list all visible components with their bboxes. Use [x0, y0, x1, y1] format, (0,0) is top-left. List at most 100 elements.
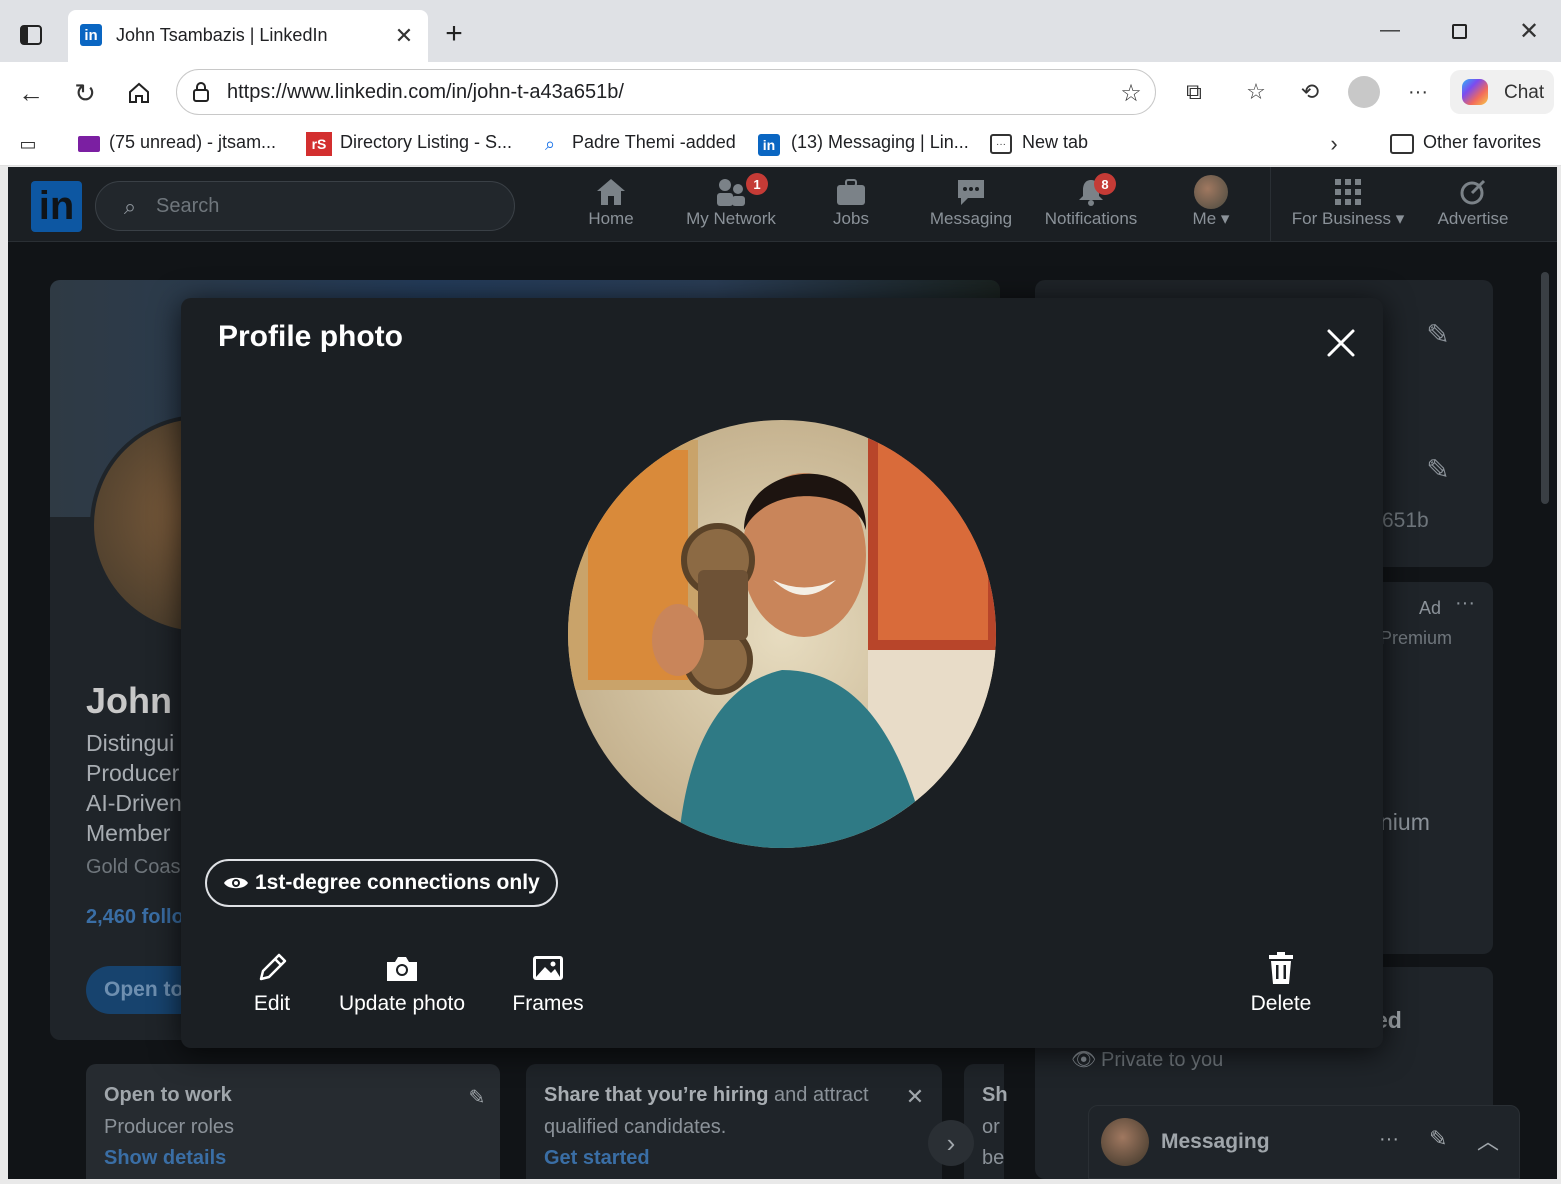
reading-view-icon[interactable]: ▭	[16, 132, 40, 156]
search-icon: ⌕	[123, 194, 137, 219]
nav-my-network[interactable]: 1 My Network	[676, 173, 786, 229]
followers-link[interactable]: 2,460 follo	[86, 906, 184, 929]
trash-icon	[1269, 952, 1293, 984]
visibility-label: 1st-degree connections only	[255, 871, 540, 894]
nav-home[interactable]: Home	[556, 175, 666, 229]
lock-icon[interactable]	[191, 82, 211, 102]
scrollbar-thumb[interactable]	[1541, 272, 1549, 504]
open-to-work-title: Open to work	[104, 1084, 232, 1106]
nav-messaging[interactable]: Messaging	[916, 175, 1026, 229]
bookmarks-bar: ▭ (75 unread) - jtsam... rS Directory Li…	[0, 122, 1561, 166]
bookmark-directory[interactable]: rS Directory Listing - S...	[306, 122, 526, 166]
edit-language-icon[interactable]	[1415, 150, 1445, 180]
bookmark-messaging[interactable]: in (13) Messaging | Lin...	[758, 122, 969, 166]
messaging-bar[interactable]: Messaging ··· ✎ ︿	[1088, 1105, 1520, 1179]
open-to-work-subtitle: Producer roles	[104, 1116, 235, 1138]
pencil-icon	[259, 953, 287, 981]
close-modal-button[interactable]	[1321, 323, 1361, 363]
headline-line-4: Member	[86, 820, 171, 846]
extensions-icon[interactable]: ⧉	[1180, 78, 1208, 106]
messaging-more-icon[interactable]: ···	[1379, 1128, 1399, 1151]
nav-notifications[interactable]: 8 Notifications	[1036, 173, 1146, 229]
home-icon[interactable]	[124, 78, 154, 108]
copilot-label: Chat	[1504, 82, 1545, 103]
hiring-card: Share that you’re hiring and attract qua…	[526, 1064, 942, 1179]
profile-avatar-icon[interactable]	[1348, 76, 1380, 108]
history-icon[interactable]: ⟲	[1296, 78, 1324, 106]
premium-partial: Premium	[1380, 628, 1453, 648]
premium-partial-2: nium	[1380, 809, 1430, 835]
browser-tab-linkedin[interactable]: in John Tsambazis | LinkedIn ✕	[68, 10, 428, 62]
pencil-icon[interactable]: ✎	[464, 1084, 490, 1110]
close-tab-icon[interactable]: ✕	[392, 23, 416, 48]
maximize-icon[interactable]	[1448, 20, 1470, 42]
briefcase-icon	[837, 179, 865, 205]
new-tab-icon[interactable]: +	[440, 17, 468, 50]
compose-icon[interactable]: ✎	[1429, 1126, 1447, 1152]
show-details-link[interactable]: Show details	[104, 1147, 226, 1170]
search-box[interactable]: ⌕ Search	[95, 181, 515, 231]
back-icon[interactable]: ←	[16, 78, 46, 108]
minimize-icon[interactable]: —	[1378, 18, 1402, 42]
nav-me[interactable]: Me ▾	[1156, 175, 1266, 229]
update-photo-button[interactable]: Update photo	[333, 948, 471, 1016]
carousel-next-icon[interactable]: ›	[928, 1120, 974, 1166]
bookmark-mail[interactable]: (75 unread) - jtsam...	[78, 122, 288, 166]
page-scrollbar[interactable]	[1539, 252, 1551, 1177]
edit-url-pencil-icon[interactable]: ✎	[1421, 452, 1455, 486]
tab-actions-icon[interactable]	[18, 22, 44, 48]
copilot-icon	[1462, 79, 1488, 105]
caret-down-icon: ▾	[1216, 209, 1230, 228]
close-window-icon[interactable]: ✕	[1516, 18, 1542, 45]
bookmark-new-tab[interactable]: ··· New tab	[990, 122, 1100, 166]
linkedin-favicon-icon: in	[80, 24, 102, 46]
hiring-text-2: qualified candidates.	[544, 1116, 727, 1138]
more-options-icon[interactable]: ···	[1404, 78, 1432, 106]
third-card: Sh or be	[964, 1064, 1008, 1179]
mail-icon	[78, 136, 100, 152]
frames-icon	[533, 956, 563, 980]
notifications-badge: 8	[1094, 173, 1116, 195]
grid-icon	[1335, 179, 1361, 205]
profile-photo	[568, 420, 996, 848]
nav-for-business[interactable]: For Business ▾	[1286, 175, 1410, 229]
chevron-up-icon[interactable]: ︿	[1477, 1124, 1499, 1156]
profile-location: Gold Coas	[86, 856, 181, 878]
bookmark-padre-themi[interactable]: ⌕ Padre Themi -added	[540, 122, 740, 166]
messaging-nav-icon	[958, 180, 984, 205]
folder-icon	[1390, 134, 1414, 154]
edit-language-pencil-icon[interactable]: ✎	[1421, 317, 1455, 351]
advertise-icon	[1460, 179, 1486, 205]
home-nav-icon	[597, 179, 625, 205]
linkedin-logo-icon[interactable]: in	[31, 181, 82, 232]
eye-icon-private: 👁	[1071, 1049, 1097, 1071]
private-label: Private to you	[1101, 1049, 1224, 1071]
address-toolbar: ← ↻ https://www.linkedin.com/in/john-t-a…	[0, 62, 1561, 122]
nav-jobs[interactable]: Jobs	[796, 175, 906, 229]
caret-down-icon: ▾	[1390, 209, 1405, 228]
url-text: https://www.linkedin.com/in/john-t-a43a6…	[227, 81, 624, 103]
other-favorites[interactable]: Other favorites	[1390, 122, 1550, 166]
ad-more-icon[interactable]: ···	[1455, 592, 1475, 615]
visibility-button[interactable]: 1st-degree connections only	[205, 859, 558, 907]
eye-icon	[224, 877, 248, 889]
dismiss-icon[interactable]: ✕	[902, 1084, 928, 1110]
favorites-icon[interactable]: ☆	[1242, 78, 1270, 106]
linkedin-bookmark-icon: in	[758, 134, 780, 156]
ad-label: Ad	[1419, 598, 1442, 618]
modal-title: Profile photo	[218, 320, 403, 353]
favorite-star-icon[interactable]: ☆	[1117, 79, 1145, 107]
delete-photo-button[interactable]: Delete	[1247, 948, 1315, 1016]
frames-button[interactable]: Frames	[509, 948, 587, 1016]
rs-favicon-icon: rS	[306, 132, 332, 156]
headline-line-1: Distingui	[86, 730, 175, 756]
get-started-link[interactable]: Get started	[544, 1147, 650, 1170]
edit-photo-button[interactable]: Edit	[237, 948, 307, 1016]
refresh-icon[interactable]: ↻	[70, 78, 100, 108]
headline-line-3: AI-Driven	[86, 790, 182, 816]
address-bar[interactable]: https://www.linkedin.com/in/john-t-a43a6…	[176, 69, 1156, 115]
open-to-work-card: Open to work Producer roles Show details…	[86, 1064, 500, 1179]
nav-advertise[interactable]: Advertise	[1418, 175, 1528, 229]
chevron-right-icon[interactable]: ›	[1322, 131, 1346, 156]
copilot-chat-button[interactable]: Chat	[1450, 70, 1554, 114]
